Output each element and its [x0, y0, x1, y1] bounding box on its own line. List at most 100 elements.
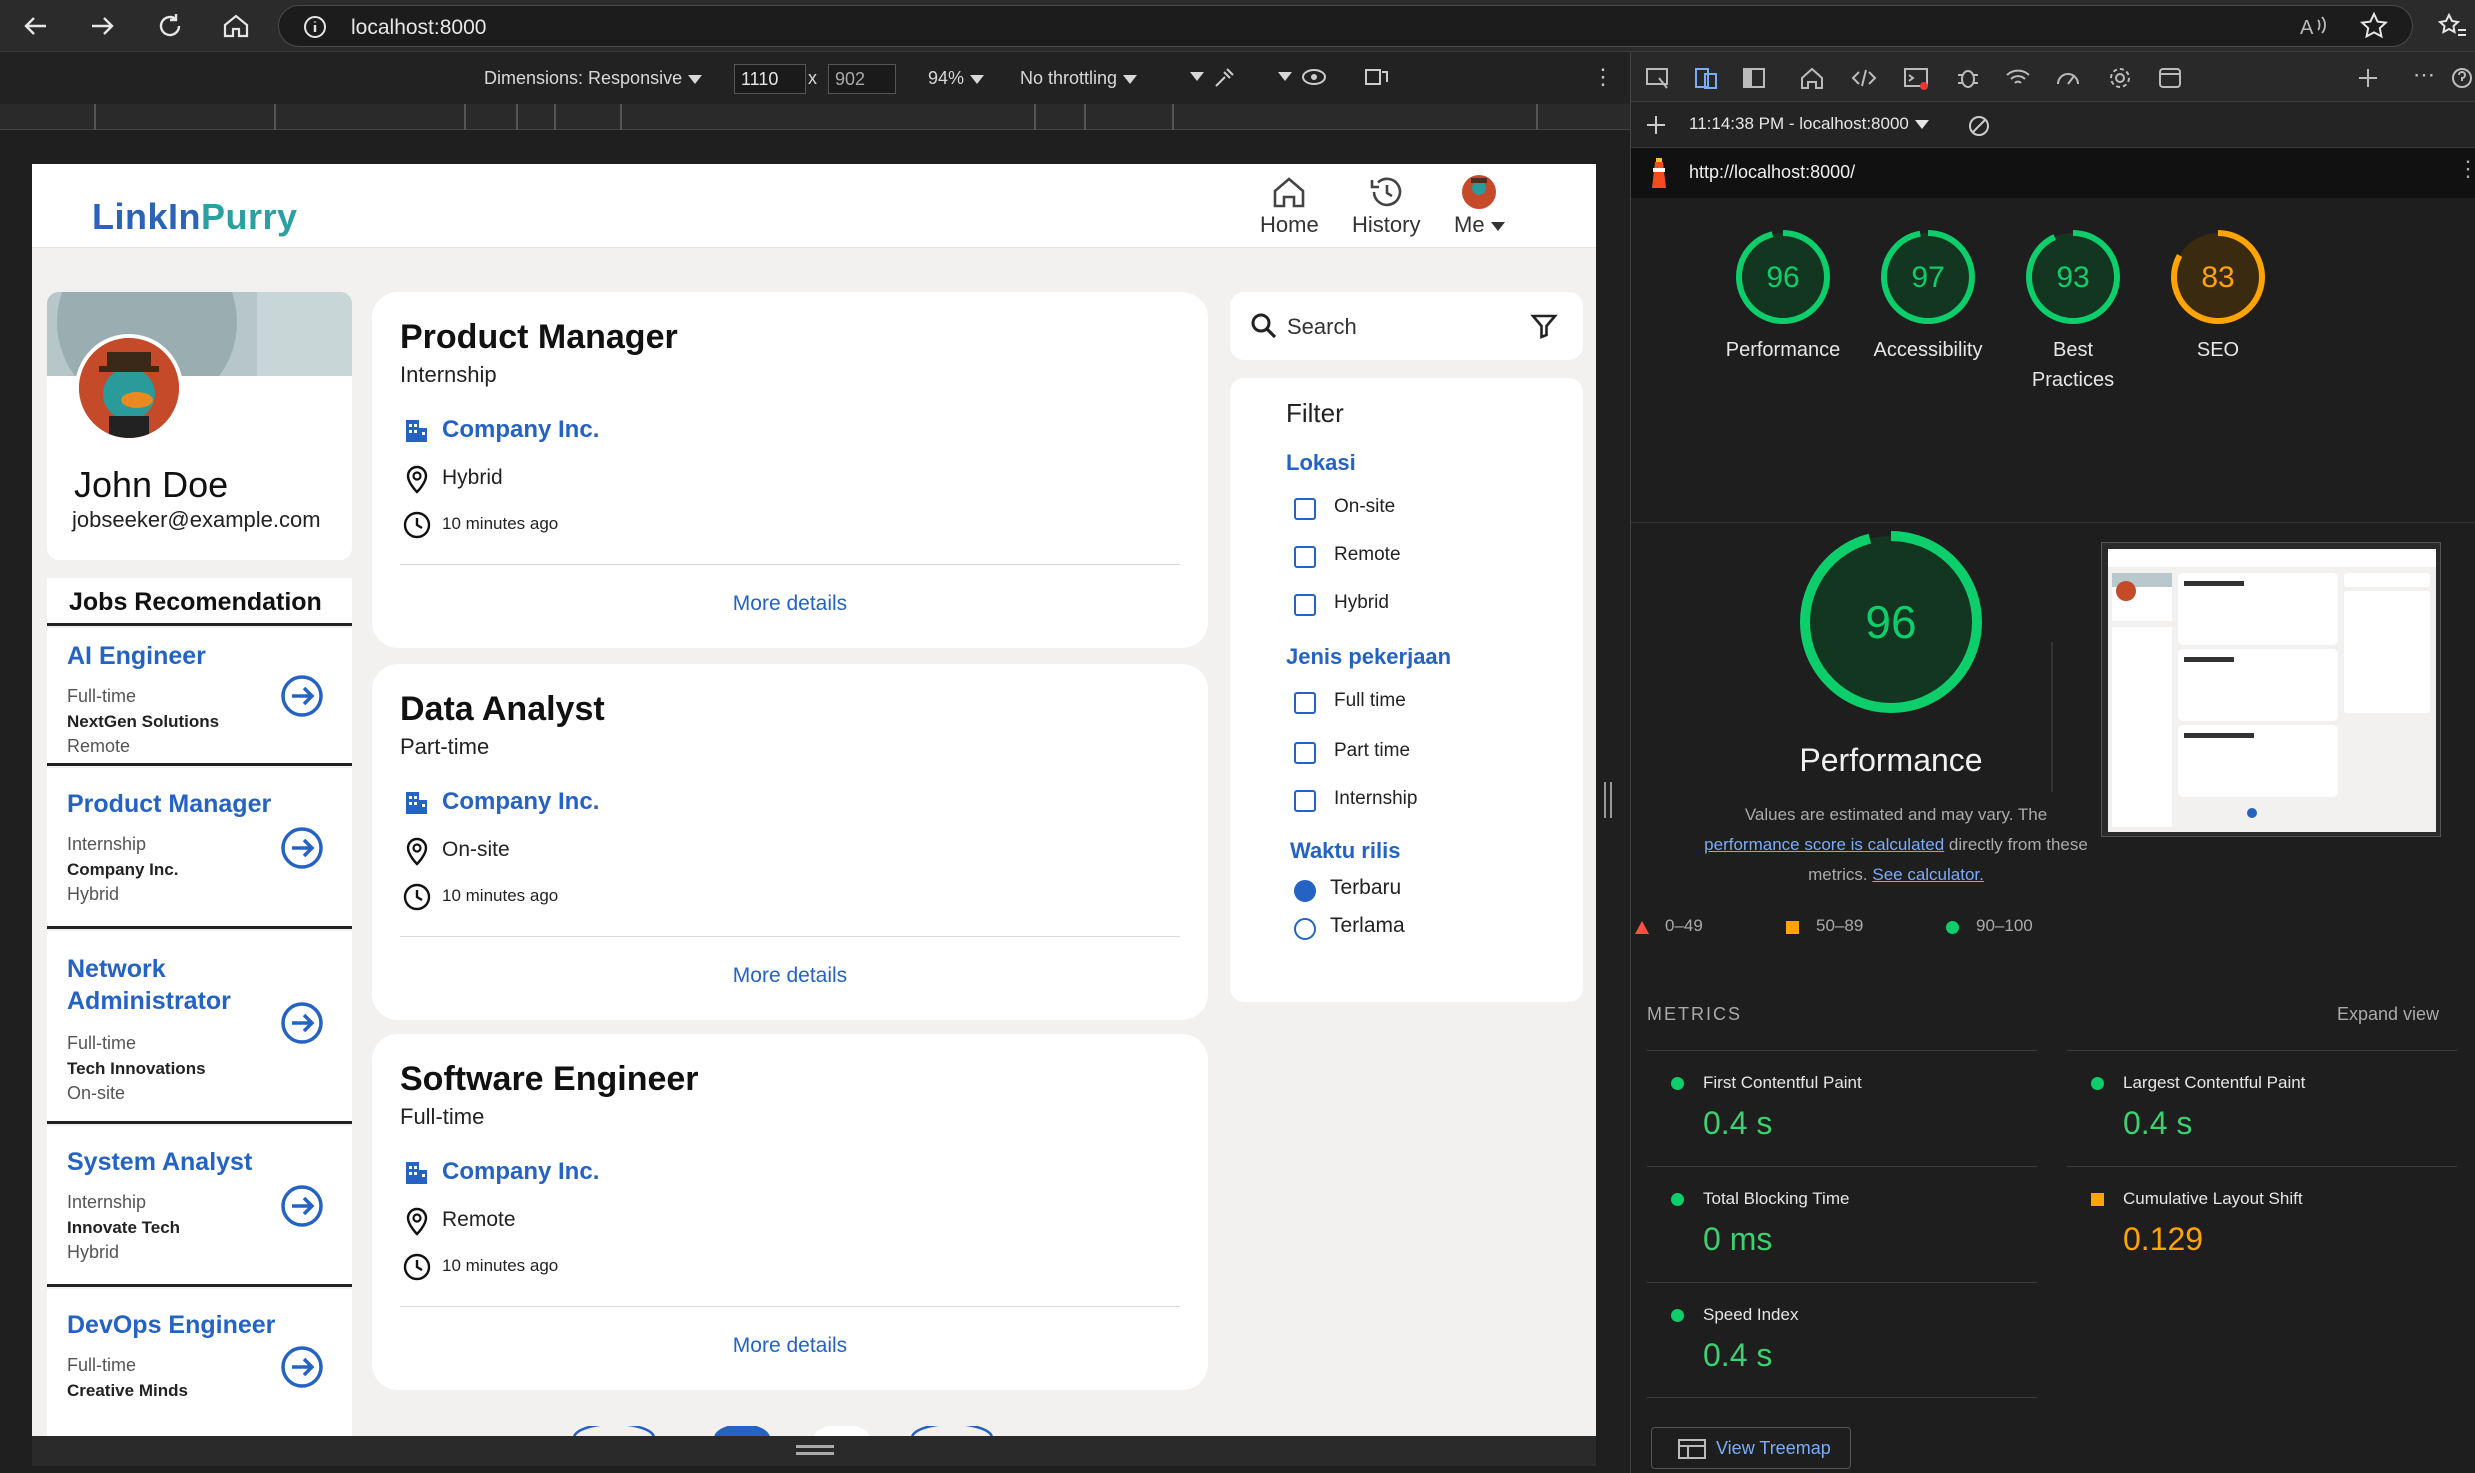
nav-history[interactable]: History [1352, 174, 1420, 238]
new-report-plus-icon[interactable] [1645, 114, 1667, 136]
back-icon[interactable] [20, 10, 52, 42]
metric-fcp: First Contentful Paint 0.4 s [1647, 1050, 2037, 1166]
more-options-icon[interactable]: ⋮ [1592, 64, 1614, 90]
throttling-select[interactable]: No throttling [1020, 68, 1138, 89]
help-icon[interactable] [2449, 66, 2475, 90]
score-gauge: 97 [1881, 230, 1975, 324]
rec-company: Company Inc. [67, 860, 179, 879]
arrow-right-circle-icon[interactable] [280, 1001, 324, 1045]
vision-caret[interactable] [1272, 68, 1292, 86]
job-card: Data Analyst Part-time Company Inc. On-s… [372, 664, 1208, 1020]
nav-home[interactable]: Home [1260, 174, 1319, 238]
arrow-right-circle-icon[interactable] [280, 674, 324, 718]
recommendation-item[interactable]: System Analyst Internship Innovate Tech … [47, 1126, 352, 1287]
more-details-link[interactable]: More details [372, 592, 1208, 616]
report-selector[interactable]: 11:14:38 PM - localhost:8000 [1689, 114, 1929, 134]
recommendation-item[interactable]: DevOps Engineer Full-time Creative Minds [47, 1289, 352, 1436]
dimensions-select[interactable]: Dimensions: Responsive [484, 68, 703, 89]
customize-icon[interactable]: ⋯ [2413, 62, 2435, 88]
arrow-right-circle-icon[interactable] [280, 826, 324, 870]
score-seo[interactable]: 83 SEO [2148, 227, 2288, 365]
metric-si: Speed Index 0.4 s [1647, 1282, 2037, 1398]
performance-gauge-icon[interactable] [2055, 66, 2081, 90]
score-best-practices[interactable]: 93 Best Practices [2003, 227, 2143, 395]
rotate-icon[interactable] [1362, 64, 1390, 95]
console-icon[interactable] [1903, 66, 1929, 90]
rec-title: DevOps Engineer [67, 1311, 276, 1339]
job-company[interactable]: Company Inc. [442, 416, 599, 444]
expand-view-toggle[interactable]: Expand view [2337, 1004, 2439, 1025]
radio-terbaru[interactable] [1294, 880, 1316, 902]
rec-title-line1: Network [67, 955, 166, 983]
job-title: Product Manager [400, 318, 678, 356]
metric-name: Largest Contentful Paint [2123, 1073, 2306, 1092]
radio-terlama[interactable] [1294, 918, 1316, 940]
elements-icon[interactable] [1851, 66, 1877, 90]
arrow-right-circle-icon[interactable] [280, 1184, 324, 1228]
score-calculated-link[interactable]: performance score is calculated [1704, 835, 1944, 854]
score-performance[interactable]: 96 Performance [1713, 227, 1853, 365]
application-icon[interactable] [2157, 66, 2183, 90]
save-data-caret[interactable] [1184, 68, 1204, 86]
checkbox-internship[interactable] [1294, 790, 1316, 812]
filter-funnel-icon[interactable] [1530, 312, 1558, 340]
device-emulation-icon[interactable] [1693, 66, 1719, 90]
more-tools-plus-icon[interactable] [2355, 66, 2381, 90]
logo-text-right: Purry [201, 196, 298, 237]
profile-card[interactable]: John Doe jobseeker@example.com [47, 292, 352, 560]
search-box[interactable]: Search [1230, 292, 1583, 360]
height-input[interactable]: 902 [828, 64, 896, 94]
clear-icon[interactable] [1967, 114, 1991, 138]
site-logo[interactable]: LinkInPurry [92, 196, 298, 238]
score-accessibility[interactable]: 97 Accessibility [1858, 227, 1998, 365]
viewport-side-handle[interactable] [1604, 782, 1612, 818]
see-calculator-link[interactable]: See calculator. [1872, 865, 1984, 884]
zoom-select[interactable]: 94% [928, 68, 985, 89]
recommendation-item[interactable]: Product Manager Internship Company Inc. … [47, 768, 352, 929]
nav-me[interactable]: Me [1454, 174, 1505, 238]
more-details-link[interactable]: More details [372, 964, 1208, 988]
welcome-home-icon[interactable] [1799, 66, 1825, 90]
reload-icon[interactable] [154, 10, 186, 42]
sources-bug-icon[interactable] [1955, 66, 1981, 90]
report-url-row: http://localhost:8000/ ⋮ [1631, 148, 2475, 198]
address-bar[interactable]: localhost:8000 [278, 5, 2413, 47]
vision-icon[interactable] [1300, 64, 1328, 95]
page-screenshot-thumbnail[interactable] [2101, 542, 2441, 837]
checkbox-on-site[interactable] [1294, 498, 1316, 520]
view-treemap-button[interactable]: View Treemap [1651, 1427, 1851, 1469]
eyedropper-icon[interactable] [1212, 64, 1238, 95]
dock-icon[interactable] [1741, 66, 1767, 90]
performance-title: Performance [1799, 742, 1983, 778]
checkbox-full-time[interactable] [1294, 692, 1316, 714]
width-input[interactable]: 1110 [734, 64, 806, 94]
checkbox-part-time[interactable] [1294, 742, 1316, 764]
site-info-icon[interactable] [303, 15, 327, 44]
favorites-icon[interactable] [2436, 10, 2468, 42]
metric-value: 0.4 s [1703, 1105, 1773, 1141]
more-details-link[interactable]: More details [372, 1334, 1208, 1358]
rec-location: Remote [67, 736, 131, 756]
checkbox-hybrid[interactable] [1294, 594, 1316, 616]
report-menu-icon[interactable]: ⋮ [2457, 156, 2475, 182]
inspect-icon[interactable] [1645, 66, 1671, 90]
home-icon[interactable] [220, 10, 252, 42]
job-company[interactable]: Company Inc. [442, 788, 599, 816]
checkbox-remote[interactable] [1294, 546, 1316, 568]
network-wifi-icon[interactable] [2005, 66, 2031, 90]
rec-type: Full-time [67, 1355, 137, 1375]
read-aloud-icon[interactable]: A [2298, 10, 2330, 42]
report-url[interactable]: http://localhost:8000/ [1689, 162, 1855, 183]
score-gauge: 83 [2171, 230, 2265, 324]
pagination[interactable] [552, 1426, 1072, 1436]
favorite-star-icon[interactable] [2358, 10, 2390, 42]
settings-gear-icon[interactable] [2107, 66, 2133, 90]
arrow-right-circle-icon[interactable] [280, 1345, 324, 1389]
recommendation-item[interactable]: Network Administrator Full-time Tech Inn… [47, 931, 352, 1124]
viewport-resize-handle[interactable] [32, 1436, 1596, 1466]
job-company[interactable]: Company Inc. [442, 1158, 599, 1186]
forward-icon[interactable] [86, 10, 118, 42]
pass-circle-icon [1671, 1077, 1684, 1090]
recommendation-item[interactable]: AI Engineer Full-time NextGen Solutions … [47, 628, 352, 766]
rec-company: NextGen Solutions [67, 712, 220, 731]
